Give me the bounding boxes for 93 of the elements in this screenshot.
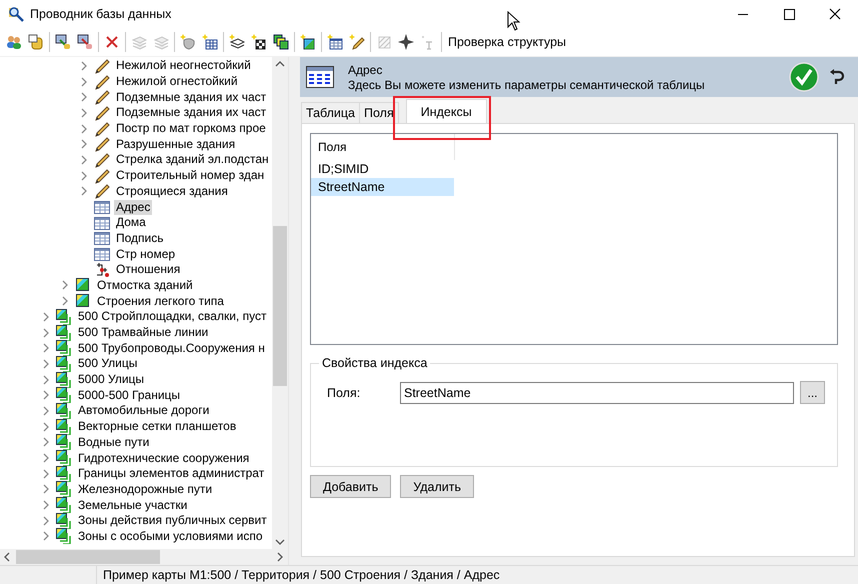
tree-item[interactable]: Водные пути xyxy=(76,434,152,450)
people-icon[interactable] xyxy=(6,34,22,50)
header-subtitle: Здесь Вы можете изменить параметры семантической таблицы xyxy=(348,78,706,92)
tree-item[interactable]: Отношения xyxy=(114,262,182,278)
layers-icon xyxy=(56,340,72,356)
layers-icon xyxy=(56,402,72,419)
tree-item[interactable]: Зоны действия публичных сервит xyxy=(76,513,269,528)
tree-item[interactable]: Стрелка зданий эл.подстан xyxy=(114,152,271,168)
tree-item[interactable]: 5000-500 Границы xyxy=(76,388,182,403)
table-icon xyxy=(94,230,110,246)
tree-item[interactable]: Зоны с особыми условиями испо xyxy=(76,528,265,544)
field-label: Поля: xyxy=(327,386,362,400)
horizontal-scrollbar[interactable] xyxy=(0,549,288,565)
tree-item[interactable]: Строящиеся здания xyxy=(114,184,230,199)
tree-item[interactable]: Нежилой неогнестойкий xyxy=(114,58,253,74)
export-icon[interactable] xyxy=(77,34,93,50)
tree-item[interactable]: Нежилой огнестойкий xyxy=(114,74,240,90)
vertical-scrollbar[interactable] xyxy=(272,57,288,549)
pencil-icon xyxy=(94,183,110,200)
pencil-icon xyxy=(94,104,110,121)
list-item[interactable]: ID;SIMID xyxy=(311,160,454,178)
tree-item[interactable]: Автомобильные дороги xyxy=(76,403,212,418)
tree-item[interactable]: Железнодорожные пути xyxy=(76,482,214,497)
tree-item[interactable]: Отмостка зданий xyxy=(95,278,195,293)
table-icon xyxy=(94,199,110,216)
table-icon xyxy=(94,214,110,231)
delete-button[interactable]: Удалить xyxy=(400,475,474,498)
table-icon xyxy=(94,246,110,262)
table-icon[interactable] xyxy=(202,34,218,50)
table-icon[interactable] xyxy=(327,34,343,50)
tree-item[interactable]: Строительный номер здан xyxy=(114,168,266,184)
tree-item[interactable]: Гидротехнические сооружения xyxy=(76,450,252,466)
layers-icon xyxy=(56,387,72,404)
add-button[interactable]: Добавить xyxy=(310,475,392,498)
check-structure-button[interactable]: Проверка структуры xyxy=(444,31,570,53)
layers-icon xyxy=(56,450,72,466)
pencil-icon xyxy=(94,89,110,106)
tree-item[interactable]: Стр номер xyxy=(114,246,178,262)
pencil-icon xyxy=(94,58,110,74)
pencil-icon[interactable] xyxy=(349,34,365,50)
checker-icon[interactable] xyxy=(251,34,267,50)
tree-item[interactable]: Подземные здания их част xyxy=(114,90,268,105)
undo-icon[interactable] xyxy=(829,68,845,86)
list-item[interactable]: StreetName xyxy=(311,178,454,196)
layer-icon xyxy=(75,293,91,310)
shape-icon[interactable] xyxy=(180,34,196,50)
layers-icon xyxy=(56,356,72,372)
tab[interactable]: Таблица xyxy=(301,102,360,123)
stack-icon[interactable] xyxy=(273,34,289,50)
pencil-icon xyxy=(94,74,110,90)
column-header[interactable]: Поля xyxy=(311,134,455,160)
group-title: Свойства индекса xyxy=(319,356,430,370)
checkmark-icon[interactable] xyxy=(789,62,819,92)
tree-item[interactable]: 500 Трубопроводы.Сооружения н xyxy=(76,340,267,356)
tree-item[interactable]: 500 Стройплощадки, свалки, пуст xyxy=(76,309,268,324)
layers-icon xyxy=(56,434,72,450)
tab[interactable]: Индексы xyxy=(406,99,487,123)
tree-item[interactable]: 5000 Улицы xyxy=(76,372,146,388)
scroll-thumb[interactable] xyxy=(273,226,287,386)
layers-icon[interactable] xyxy=(229,34,245,50)
fields-input[interactable]: StreetName xyxy=(400,382,794,404)
window-title: Проводник базы данных xyxy=(30,7,172,21)
tree-item[interactable]: Дома xyxy=(114,215,148,230)
tree-item[interactable]: 500 Улицы xyxy=(76,356,140,372)
scroll-thumb[interactable] xyxy=(16,550,160,564)
star-icon[interactable] xyxy=(398,34,414,50)
tree-item[interactable]: Разрушенные здания xyxy=(114,136,238,152)
tree-item[interactable]: Строения легкого типа xyxy=(95,294,226,309)
tree-item[interactable]: Подпись xyxy=(114,230,166,246)
pencil-icon xyxy=(94,120,110,137)
table-icon xyxy=(306,66,334,88)
status-text: Пример карты М1:500 / Территория / 500 Строения / Здания / Адрес xyxy=(103,568,500,582)
pencil-icon xyxy=(94,136,110,152)
magnifier-icon xyxy=(8,6,24,22)
delete-icon[interactable] xyxy=(104,34,120,50)
import-icon[interactable] xyxy=(55,34,71,50)
browse-button[interactable]: ... xyxy=(800,381,825,404)
tree-item[interactable]: Постр по мат горкомз прое xyxy=(114,121,268,136)
tab[interactable]: Поля xyxy=(359,102,399,123)
layers-icon xyxy=(56,497,72,514)
tree-item[interactable]: Векторные сетки планшетов xyxy=(76,419,238,434)
tree-item[interactable]: 500 Трамвайные линии xyxy=(76,325,210,340)
tree-item[interactable]: Подземные здания их част xyxy=(114,105,268,120)
pencil-icon xyxy=(94,152,110,168)
pencil-icon xyxy=(94,168,110,184)
header-title: Адрес xyxy=(348,62,384,78)
tree-item[interactable]: Адрес xyxy=(114,200,152,215)
layers-icon xyxy=(56,528,72,544)
tree-item[interactable]: Земельные участки xyxy=(76,498,190,513)
layer-icon[interactable] xyxy=(300,34,316,50)
layers-icon xyxy=(56,308,72,325)
tree-item[interactable]: Границы элементов администрат xyxy=(76,466,266,482)
relations-icon xyxy=(94,262,110,278)
